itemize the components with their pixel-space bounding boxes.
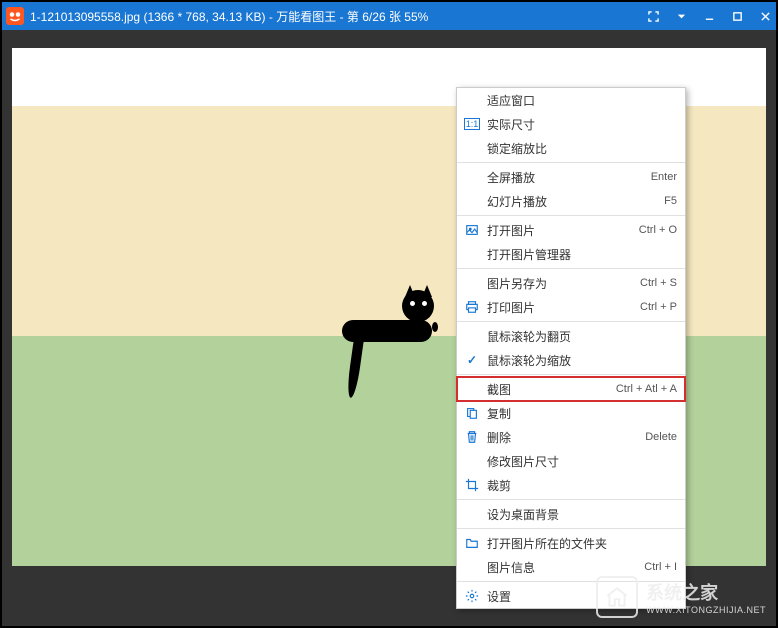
menu-label: 设为桌面背景	[483, 506, 677, 523]
menu-item-modify-size[interactable]: 修改图片尺寸	[457, 449, 685, 473]
window-title: 1-121013095558.jpg (1366 * 768, 34.13 KB…	[30, 8, 646, 25]
fullscreen-button[interactable]	[646, 9, 660, 23]
menu-label: 实际尺寸	[483, 116, 677, 133]
menu-item-fit-window[interactable]: 适应窗口	[457, 88, 685, 112]
menu-shortcut: Ctrl + I	[644, 561, 677, 573]
menu-shortcut: Ctrl + O	[639, 224, 677, 236]
menu-item-scroll-page[interactable]: 鼠标滚轮为翻页	[457, 324, 685, 348]
menu-label: 打开图片	[483, 222, 639, 239]
menu-label: 图片信息	[483, 559, 644, 576]
menu-separator	[457, 499, 685, 500]
menu-separator	[457, 528, 685, 529]
menu-separator	[457, 268, 685, 269]
menu-label: 鼠标滚轮为翻页	[483, 328, 677, 345]
menu-label: 截图	[483, 381, 616, 398]
menu-label: 图片另存为	[483, 275, 640, 292]
menu-label: 打开图片管理器	[483, 246, 677, 263]
trash-icon	[461, 430, 483, 444]
menu-item-copy[interactable]: 复制	[457, 401, 685, 425]
menu-item-open-image[interactable]: 打开图片 Ctrl + O	[457, 218, 685, 242]
folder-icon	[461, 536, 483, 550]
context-menu: 适应窗口 1:1 实际尺寸 锁定缩放比 全屏播放 Enter 幻灯片播放 F5 …	[456, 87, 686, 609]
menu-separator	[457, 321, 685, 322]
menu-label: 删除	[483, 429, 645, 446]
minimize-button[interactable]	[702, 9, 716, 23]
menu-shortcut: Delete	[645, 431, 677, 443]
menu-item-actual-size[interactable]: 1:1 实际尺寸	[457, 112, 685, 136]
menu-label: 打印图片	[483, 299, 640, 316]
watermark-name-en: WWW.XITONGZHIJIA.NET	[646, 605, 766, 615]
menu-item-open-manager[interactable]: 打开图片管理器	[457, 242, 685, 266]
gear-icon	[461, 589, 483, 603]
maximize-button[interactable]	[730, 9, 744, 23]
menu-shortcut: Ctrl + P	[640, 301, 677, 313]
menu-separator	[457, 374, 685, 375]
menu-item-slideshow[interactable]: 幻灯片播放 F5	[457, 189, 685, 213]
menu-label: 鼠标滚轮为缩放	[483, 352, 677, 369]
menu-label: 幻灯片播放	[483, 193, 664, 210]
menu-item-delete[interactable]: 删除 Delete	[457, 425, 685, 449]
menu-shortcut: Ctrl + S	[640, 277, 677, 289]
menu-item-lock-zoom[interactable]: 锁定缩放比	[457, 136, 685, 160]
menu-label: 全屏播放	[483, 169, 651, 186]
check-icon: ✓	[461, 353, 483, 367]
close-button[interactable]	[758, 9, 772, 23]
watermark-logo	[596, 576, 638, 618]
app-icon	[6, 7, 24, 25]
crop-icon	[461, 478, 483, 492]
menu-item-save-as[interactable]: 图片另存为 Ctrl + S	[457, 271, 685, 295]
menu-label: 打开图片所在的文件夹	[483, 535, 677, 552]
menu-item-fullscreen-play[interactable]: 全屏播放 Enter	[457, 165, 685, 189]
menu-label: 锁定缩放比	[483, 140, 677, 157]
menu-item-print[interactable]: 打印图片 Ctrl + P	[457, 295, 685, 319]
menu-shortcut: F5	[664, 195, 677, 207]
menu-item-screenshot[interactable]: 截图 Ctrl + Atl + A	[457, 377, 685, 401]
menu-item-scroll-zoom[interactable]: ✓ 鼠标滚轮为缩放	[457, 348, 685, 372]
watermark-name-cn: 系统之家	[646, 579, 766, 605]
menu-label: 裁剪	[483, 477, 677, 494]
window-controls	[646, 9, 772, 23]
content-area: 适应窗口 1:1 实际尺寸 锁定缩放比 全屏播放 Enter 幻灯片播放 F5 …	[2, 30, 776, 626]
printer-icon	[461, 300, 483, 314]
watermark: 系统之家 WWW.XITONGZHIJIA.NET	[596, 576, 766, 618]
menu-label: 适应窗口	[483, 92, 677, 109]
titlebar: 1-121013095558.jpg (1366 * 768, 34.13 KB…	[2, 2, 776, 30]
copy-icon	[461, 406, 483, 420]
menu-shortcut: Enter	[651, 171, 677, 183]
ratio-icon: 1:1	[461, 118, 483, 130]
image-icon	[461, 223, 483, 237]
menu-separator	[457, 162, 685, 163]
menu-label: 修改图片尺寸	[483, 453, 677, 470]
menu-separator	[457, 215, 685, 216]
menu-item-set-wallpaper[interactable]: 设为桌面背景	[457, 502, 685, 526]
menu-shortcut: Ctrl + Atl + A	[616, 383, 677, 395]
dropdown-button[interactable]	[674, 9, 688, 23]
menu-label: 复制	[483, 405, 677, 422]
menu-item-crop[interactable]: 裁剪	[457, 473, 685, 497]
menu-item-open-folder[interactable]: 打开图片所在的文件夹	[457, 531, 685, 555]
